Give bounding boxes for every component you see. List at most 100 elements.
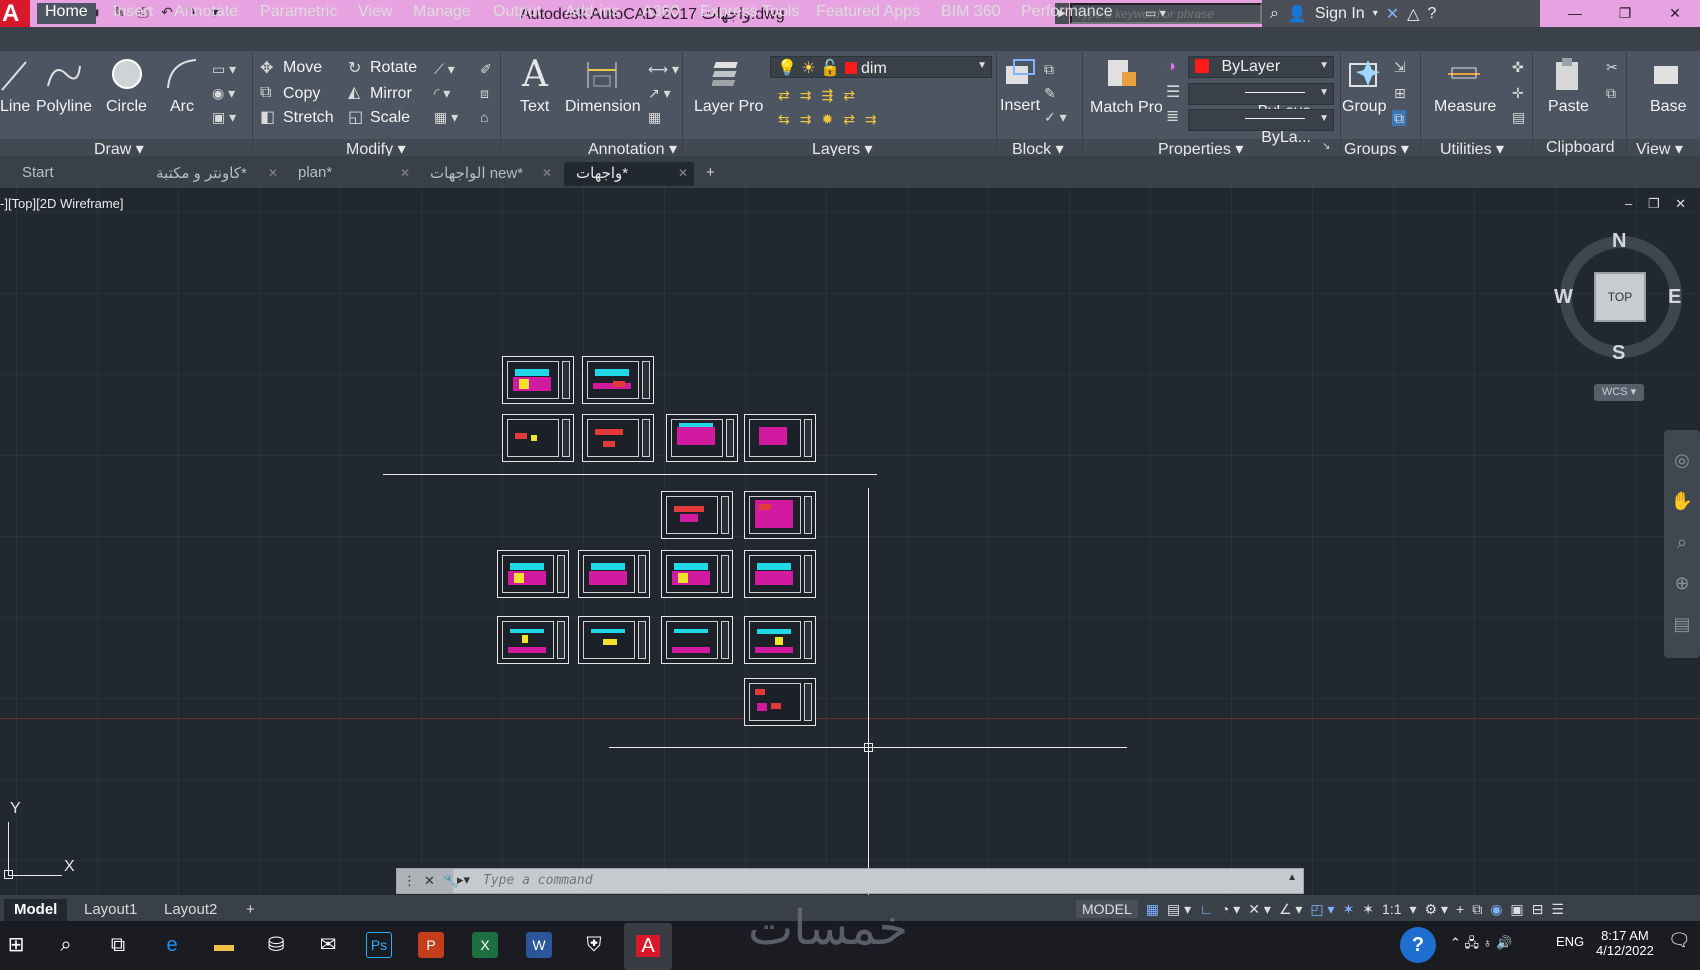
- layer-properties-icon[interactable]: [712, 56, 748, 92]
- zoom-icon[interactable]: ⌕: [1664, 532, 1700, 553]
- table-icon[interactable]: ▦: [648, 110, 661, 124]
- new-tab-button[interactable]: +: [700, 162, 730, 186]
- model-space-button[interactable]: MODEL: [1076, 900, 1138, 918]
- polyline-icon[interactable]: [44, 56, 84, 94]
- compass-south[interactable]: S: [1612, 342, 1625, 365]
- leader-icon[interactable]: ↗ ▾: [648, 86, 671, 100]
- isodraft-icon[interactable]: ∠ ▾: [1279, 901, 1302, 918]
- chevron-down-icon[interactable]: ▼: [1319, 113, 1329, 124]
- isolate-icon[interactable]: ◉: [1490, 901, 1502, 918]
- paste-button[interactable]: Paste: [1548, 98, 1589, 116]
- close-icon[interactable]: ✕: [678, 166, 688, 180]
- copy-button[interactable]: Copy: [283, 85, 320, 103]
- binoculars-icon[interactable]: ⌕: [1270, 5, 1279, 23]
- layout-tab-layout2[interactable]: Layout2: [154, 899, 227, 921]
- search-icon[interactable]: ⌕: [50, 929, 82, 961]
- command-history-icon[interactable]: ▲: [1287, 872, 1297, 883]
- clean-screen-icon[interactable]: ⊟: [1532, 901, 1544, 918]
- sun-icon[interactable]: ☀: [801, 60, 815, 77]
- explode-icon[interactable]: ⧈: [480, 86, 489, 100]
- notifications-icon[interactable]: 🗨: [1668, 930, 1691, 951]
- customization-icon[interactable]: ☰: [1551, 901, 1564, 918]
- tab-view[interactable]: View: [358, 3, 392, 21]
- command-input[interactable]: [483, 873, 1263, 888]
- tab-manage[interactable]: Manage: [413, 3, 471, 21]
- block-attr-icon[interactable]: ✓ ▾: [1044, 110, 1067, 124]
- workspace-gear-icon[interactable]: ⚙ ▾: [1425, 901, 1448, 918]
- move-button[interactable]: Move: [283, 59, 322, 77]
- annotation-scale[interactable]: 1:1: [1382, 901, 1401, 917]
- powerpoint-icon[interactable]: P: [418, 932, 444, 958]
- layer-tools-row1-icon[interactable]: ⇄⇉⇶⇄: [778, 88, 865, 102]
- ortho-icon[interactable]: ∟: [1199, 901, 1213, 917]
- a360-icon[interactable]: △: [1407, 4, 1419, 24]
- doc-tab-plan[interactable]: plan* ✕: [286, 162, 416, 186]
- mirror-button[interactable]: Mirror: [370, 85, 412, 103]
- tab-featured-apps[interactable]: Featured Apps: [816, 3, 920, 21]
- help-icon[interactable]: ?: [1400, 927, 1436, 963]
- region-icon[interactable]: ▣ ▾: [212, 110, 236, 124]
- drawing-sheet[interactable]: [744, 678, 816, 726]
- viewport-controls[interactable]: ‒ ❐ ✕: [1625, 196, 1692, 212]
- tab-addins[interactable]: Add-ins: [565, 3, 619, 21]
- rectangle-icon[interactable]: ▭ ▾: [212, 62, 236, 76]
- osnap-tracking-icon[interactable]: ✕ ▾: [1248, 901, 1271, 918]
- tab-a360[interactable]: A360: [642, 3, 679, 21]
- language-indicator[interactable]: ENG: [1556, 934, 1584, 949]
- restore-icon[interactable]: ❐: [1600, 0, 1650, 27]
- offset-icon[interactable]: ⌂: [480, 110, 488, 124]
- drawing-sheet[interactable]: [502, 356, 574, 404]
- snap-icon[interactable]: ▤ ▾: [1167, 901, 1191, 918]
- drawing-sheet[interactable]: [661, 616, 733, 664]
- tab-output[interactable]: Output: [493, 3, 541, 21]
- drawing-sheet[interactable]: [666, 414, 738, 462]
- copy-clip-icon[interactable]: ⧉: [1606, 86, 1616, 100]
- clock[interactable]: 8:17 AM 4/12/2022: [1596, 928, 1654, 958]
- tab-annotate[interactable]: Annotate: [174, 3, 238, 21]
- minimize-icon[interactable]: —: [1550, 0, 1600, 27]
- layout-tab-layout1[interactable]: Layout1: [74, 899, 147, 921]
- dimension-icon[interactable]: [584, 58, 620, 92]
- id-point-icon[interactable]: ✛: [1512, 86, 1524, 100]
- viewcube-top-face[interactable]: TOP: [1594, 272, 1646, 322]
- stretch-button[interactable]: Stretch: [283, 109, 334, 127]
- security-shield-icon[interactable]: ⛨: [578, 929, 610, 961]
- doc-tab-facades[interactable]: واجهات* ✕: [564, 162, 694, 186]
- move-icon[interactable]: ✥: [260, 61, 273, 77]
- word-icon[interactable]: W: [526, 932, 552, 958]
- calculator-icon[interactable]: ▤: [1512, 110, 1525, 124]
- circle-button[interactable]: Circle: [106, 98, 147, 116]
- cut-icon[interactable]: ✂: [1606, 60, 1618, 74]
- wcs-menu[interactable]: WCS ▾: [1594, 384, 1644, 401]
- hardware-accel-icon[interactable]: ▣: [1510, 901, 1523, 918]
- chevron-down-icon[interactable]: ▼: [977, 60, 987, 71]
- autocad-taskbar-icon[interactable]: A: [624, 923, 672, 970]
- arc-button[interactable]: Arc: [170, 98, 194, 116]
- layout-tab-model[interactable]: Model: [4, 899, 68, 921]
- tab-bim360[interactable]: BIM 360: [941, 3, 1001, 21]
- grip-icon[interactable]: ⋮: [403, 873, 416, 889]
- doc-tab-counter[interactable]: كاونتر و مكتبة* ✕: [144, 162, 284, 186]
- task-view-icon[interactable]: ⧉: [102, 929, 134, 961]
- close-icon[interactable]: ✕: [542, 166, 552, 180]
- drawing-sheet[interactable]: [661, 550, 733, 598]
- sign-in-link[interactable]: Sign In: [1315, 5, 1365, 23]
- compass-north[interactable]: N: [1612, 230, 1626, 253]
- help-icon[interactable]: ?: [1427, 5, 1436, 23]
- measure-button[interactable]: Measure: [1434, 98, 1496, 116]
- color-wheel-icon[interactable]: ◑: [1166, 59, 1176, 75]
- file-explorer-icon[interactable]: ▬: [208, 929, 240, 961]
- lineweight-dropdown[interactable]: ByLa... ▼: [1188, 109, 1334, 146]
- orbit-icon[interactable]: ⊕: [1664, 573, 1700, 594]
- base-view-icon[interactable]: [1650, 60, 1682, 88]
- trim-icon[interactable]: ⟋ ▾: [434, 62, 455, 76]
- ribbon-minimize-icon[interactable]: ▭ ▾: [1145, 6, 1166, 20]
- doc-tab-facades-new[interactable]: الواجهات new* ✕: [418, 162, 558, 186]
- close-icon[interactable]: ✕: [400, 166, 410, 180]
- store-icon[interactable]: ⛁: [260, 929, 292, 961]
- tab-parametric[interactable]: Parametric: [260, 3, 337, 21]
- units-icon[interactable]: ⧉: [1472, 901, 1482, 918]
- drawing-sheet[interactable]: [497, 616, 569, 664]
- color-dropdown[interactable]: ByLayer ▼: [1188, 56, 1334, 78]
- copy-icon[interactable]: ⧉: [260, 85, 271, 101]
